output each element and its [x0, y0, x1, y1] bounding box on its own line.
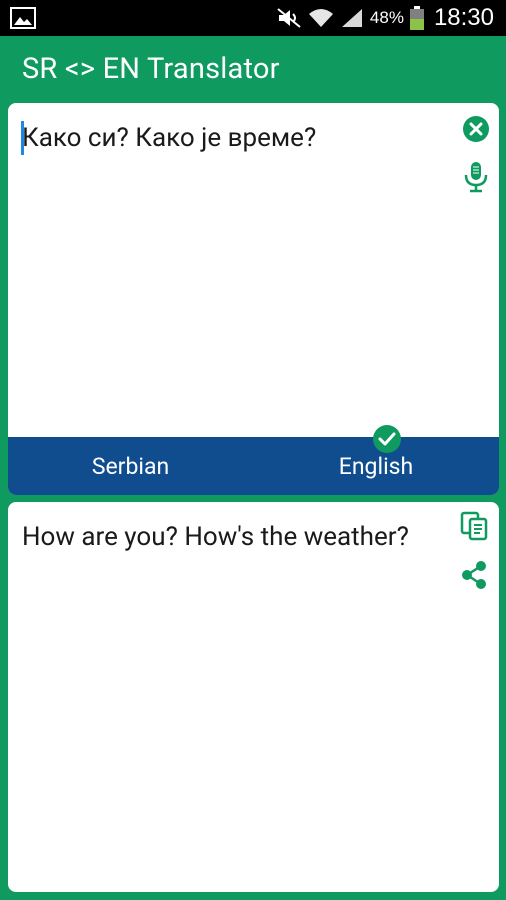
selected-check-icon: [373, 425, 401, 453]
clear-button[interactable]: [458, 111, 494, 147]
status-indicators: 48% 18:30: [276, 0, 494, 36]
status-bar: 48% 18:30: [0, 0, 506, 36]
gallery-icon: [10, 7, 36, 29]
app-title: SR <> EN Translator: [22, 52, 280, 86]
copy-icon: [460, 511, 488, 541]
clear-icon: [463, 116, 489, 142]
battery-icon: [409, 6, 424, 30]
input-card: Како си? Како је време? Serbian English: [8, 103, 499, 495]
source-text-input[interactable]: Како си? Како је време?: [22, 121, 442, 155]
share-icon: [462, 561, 486, 589]
signal-icon: [341, 9, 362, 27]
mute-icon: [277, 8, 301, 28]
language-bar: Serbian English: [8, 437, 499, 495]
output-card: How are you? How's the weather?: [8, 502, 499, 892]
clock: 18:30: [433, 4, 494, 31]
translated-text: How are you? How's the weather?: [22, 522, 409, 552]
wifi-icon: [308, 9, 333, 27]
source-language-button[interactable]: Serbian: [8, 437, 253, 495]
microphone-icon: [464, 162, 488, 193]
copy-button[interactable]: [456, 508, 492, 544]
share-button[interactable]: [456, 557, 492, 593]
app-bar: SR <> EN Translator: [0, 36, 506, 104]
battery-percent: 48%: [369, 8, 404, 27]
microphone-button[interactable]: [458, 159, 494, 195]
